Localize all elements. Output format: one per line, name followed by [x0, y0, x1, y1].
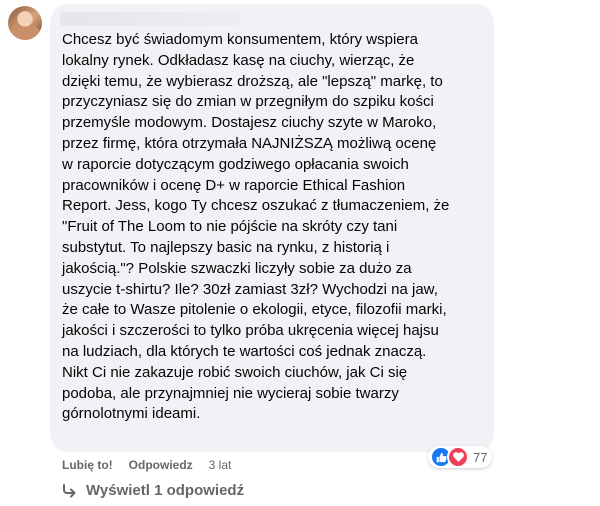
avatar[interactable] [8, 6, 42, 40]
comment-actions: Lubię to! Odpowiedz 3 lat [62, 458, 231, 472]
comment-bubble: Chcesz być świadomym konsumentem, który … [50, 4, 494, 452]
reaction-count: 77 [473, 449, 488, 465]
love-icon [447, 446, 469, 468]
reply-button[interactable]: Odpowiedz [129, 458, 193, 472]
view-replies-label: Wyświetl 1 odpowiedź [86, 482, 245, 499]
reactions-summary[interactable]: 77 [428, 446, 493, 468]
author-name-redacted[interactable] [60, 12, 240, 26]
view-replies-link[interactable]: Wyświetl 1 odpowiedź [62, 482, 244, 499]
comment-text: Chcesz być świadomym konsumentem, który … [62, 31, 450, 423]
like-button[interactable]: Lubię to! [62, 458, 113, 472]
reply-arrow-icon [62, 483, 78, 498]
timestamp[interactable]: 3 lat [209, 458, 232, 472]
